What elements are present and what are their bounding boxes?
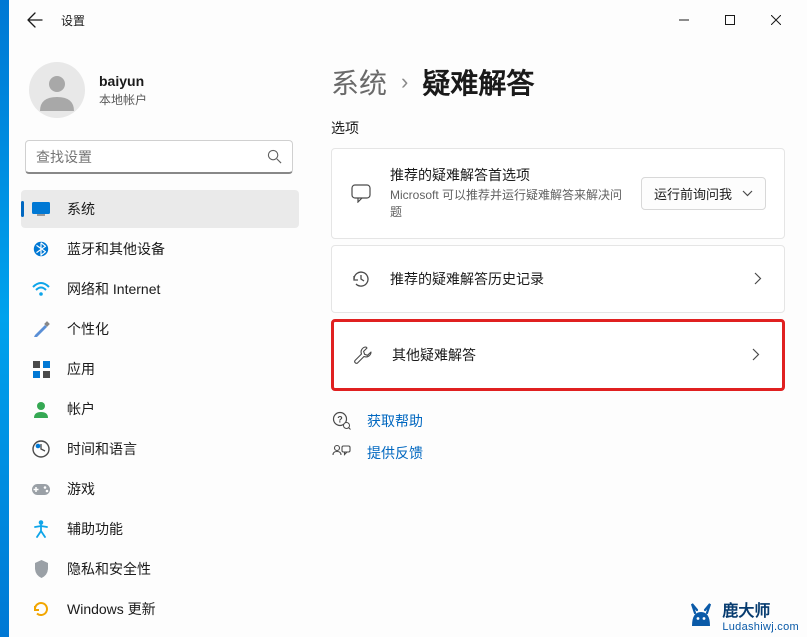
watermark-cn: 鹿大师	[722, 597, 799, 621]
recommended-pref-dropdown[interactable]: 运行前询问我	[641, 177, 766, 210]
footer-link-text: 获取帮助	[367, 411, 423, 431]
back-arrow-icon	[27, 12, 43, 28]
minimize-button[interactable]	[661, 4, 707, 36]
sidebar-item-privacy[interactable]: 隐私和安全性	[21, 550, 299, 588]
sidebar: baiyun 本地帐户 系统 蓝牙和其他设备 网络	[9, 40, 309, 637]
avatar	[29, 62, 85, 118]
history-icon	[350, 268, 372, 290]
chevron-down-icon	[742, 190, 753, 197]
content-area: 系统 › 疑难解答 选项 推荐的疑难解答首选项 Microsoft 可以推荐并运…	[309, 40, 807, 637]
maximize-button[interactable]	[707, 4, 753, 36]
sidebar-item-apps[interactable]: 应用	[21, 350, 299, 388]
breadcrumb-current: 疑难解答	[422, 62, 534, 102]
dropdown-value: 运行前询问我	[654, 184, 732, 203]
maximize-icon	[725, 15, 735, 25]
user-subtitle: 本地帐户	[99, 91, 147, 108]
sidebar-item-gaming[interactable]: 游戏	[21, 470, 299, 508]
sidebar-item-account[interactable]: 帐户	[21, 390, 299, 428]
avatar-icon	[34, 67, 80, 113]
sidebar-item-system[interactable]: 系统	[21, 190, 299, 228]
back-button[interactable]	[17, 2, 53, 38]
apps-icon	[31, 359, 51, 379]
accessibility-icon	[31, 519, 51, 539]
chevron-right-icon	[748, 348, 764, 361]
user-block[interactable]: baiyun 本地帐户	[9, 48, 309, 140]
card-title: 推荐的疑难解答历史记录	[390, 269, 732, 289]
sidebar-item-label: 帐户	[67, 399, 95, 419]
sidebar-item-label: 隐私和安全性	[67, 559, 151, 579]
update-icon	[31, 599, 51, 619]
wrench-icon	[352, 344, 374, 366]
bluetooth-icon	[31, 239, 51, 259]
svg-text:?: ?	[337, 415, 343, 425]
card-other-troubleshoot[interactable]: 其他疑难解答	[331, 319, 785, 391]
account-icon	[31, 399, 51, 419]
footer-link-text: 提供反馈	[367, 443, 423, 463]
sidebar-item-label: 系统	[67, 199, 95, 219]
sidebar-item-label: 时间和语言	[67, 439, 137, 459]
close-button[interactable]	[753, 4, 799, 36]
personalize-icon	[31, 319, 51, 339]
sidebar-item-label: 辅助功能	[67, 519, 123, 539]
breadcrumb-root[interactable]: 系统	[331, 62, 387, 102]
sidebar-item-label: 蓝牙和其他设备	[67, 239, 165, 259]
card-title: 推荐的疑难解答首选项	[390, 165, 623, 185]
chat-icon	[350, 182, 372, 204]
card-desc: Microsoft 可以推荐并运行疑难解答来解决问题	[390, 187, 623, 222]
chevron-right-icon	[750, 272, 766, 285]
sidebar-item-personalize[interactable]: 个性化	[21, 310, 299, 348]
help-icon: ?	[331, 411, 351, 431]
search-icon	[267, 149, 282, 164]
sidebar-item-update[interactable]: Windows 更新	[21, 590, 299, 628]
search-box[interactable]	[25, 140, 293, 174]
sidebar-item-time[interactable]: 时间和语言	[21, 430, 299, 468]
sidebar-item-label: 游戏	[67, 479, 95, 499]
sidebar-item-network[interactable]: 网络和 Internet	[21, 270, 299, 308]
card-title: 其他疑难解答	[392, 345, 730, 365]
minimize-icon	[679, 15, 689, 25]
search-input[interactable]	[36, 149, 267, 165]
app-title: 设置	[61, 12, 85, 29]
privacy-icon	[31, 559, 51, 579]
watermark-en: Ludashiwj.com	[722, 621, 799, 633]
sidebar-item-label: 网络和 Internet	[67, 279, 160, 299]
section-label: 选项	[331, 118, 785, 138]
card-history[interactable]: 推荐的疑难解答历史记录	[331, 245, 785, 313]
chevron-right-icon: ›	[401, 69, 408, 95]
time-icon	[31, 439, 51, 459]
titlebar: 设置	[9, 0, 807, 40]
card-recommended-pref: 推荐的疑难解答首选项 Microsoft 可以推荐并运行疑难解答来解决问题 运行…	[331, 148, 785, 239]
sidebar-item-accessibility[interactable]: 辅助功能	[21, 510, 299, 548]
sidebar-item-label: 个性化	[67, 319, 109, 339]
get-help-link[interactable]: ? 获取帮助	[331, 411, 785, 431]
sidebar-item-label: Windows 更新	[67, 599, 156, 619]
feedback-icon	[331, 443, 351, 463]
watermark-logo-icon	[686, 600, 716, 630]
nav-list: 系统 蓝牙和其他设备 网络和 Internet 个性化 应用	[9, 188, 309, 637]
gaming-icon	[31, 479, 51, 499]
sidebar-item-bluetooth[interactable]: 蓝牙和其他设备	[21, 230, 299, 268]
user-name: baiyun	[99, 73, 147, 89]
close-icon	[771, 15, 781, 25]
watermark: 鹿大师 Ludashiwj.com	[686, 597, 799, 633]
sidebar-item-label: 应用	[67, 359, 95, 379]
system-icon	[31, 199, 51, 219]
breadcrumb: 系统 › 疑难解答	[331, 40, 785, 118]
network-icon	[31, 279, 51, 299]
footer-links: ? 获取帮助 提供反馈	[331, 411, 785, 463]
feedback-link[interactable]: 提供反馈	[331, 443, 785, 463]
